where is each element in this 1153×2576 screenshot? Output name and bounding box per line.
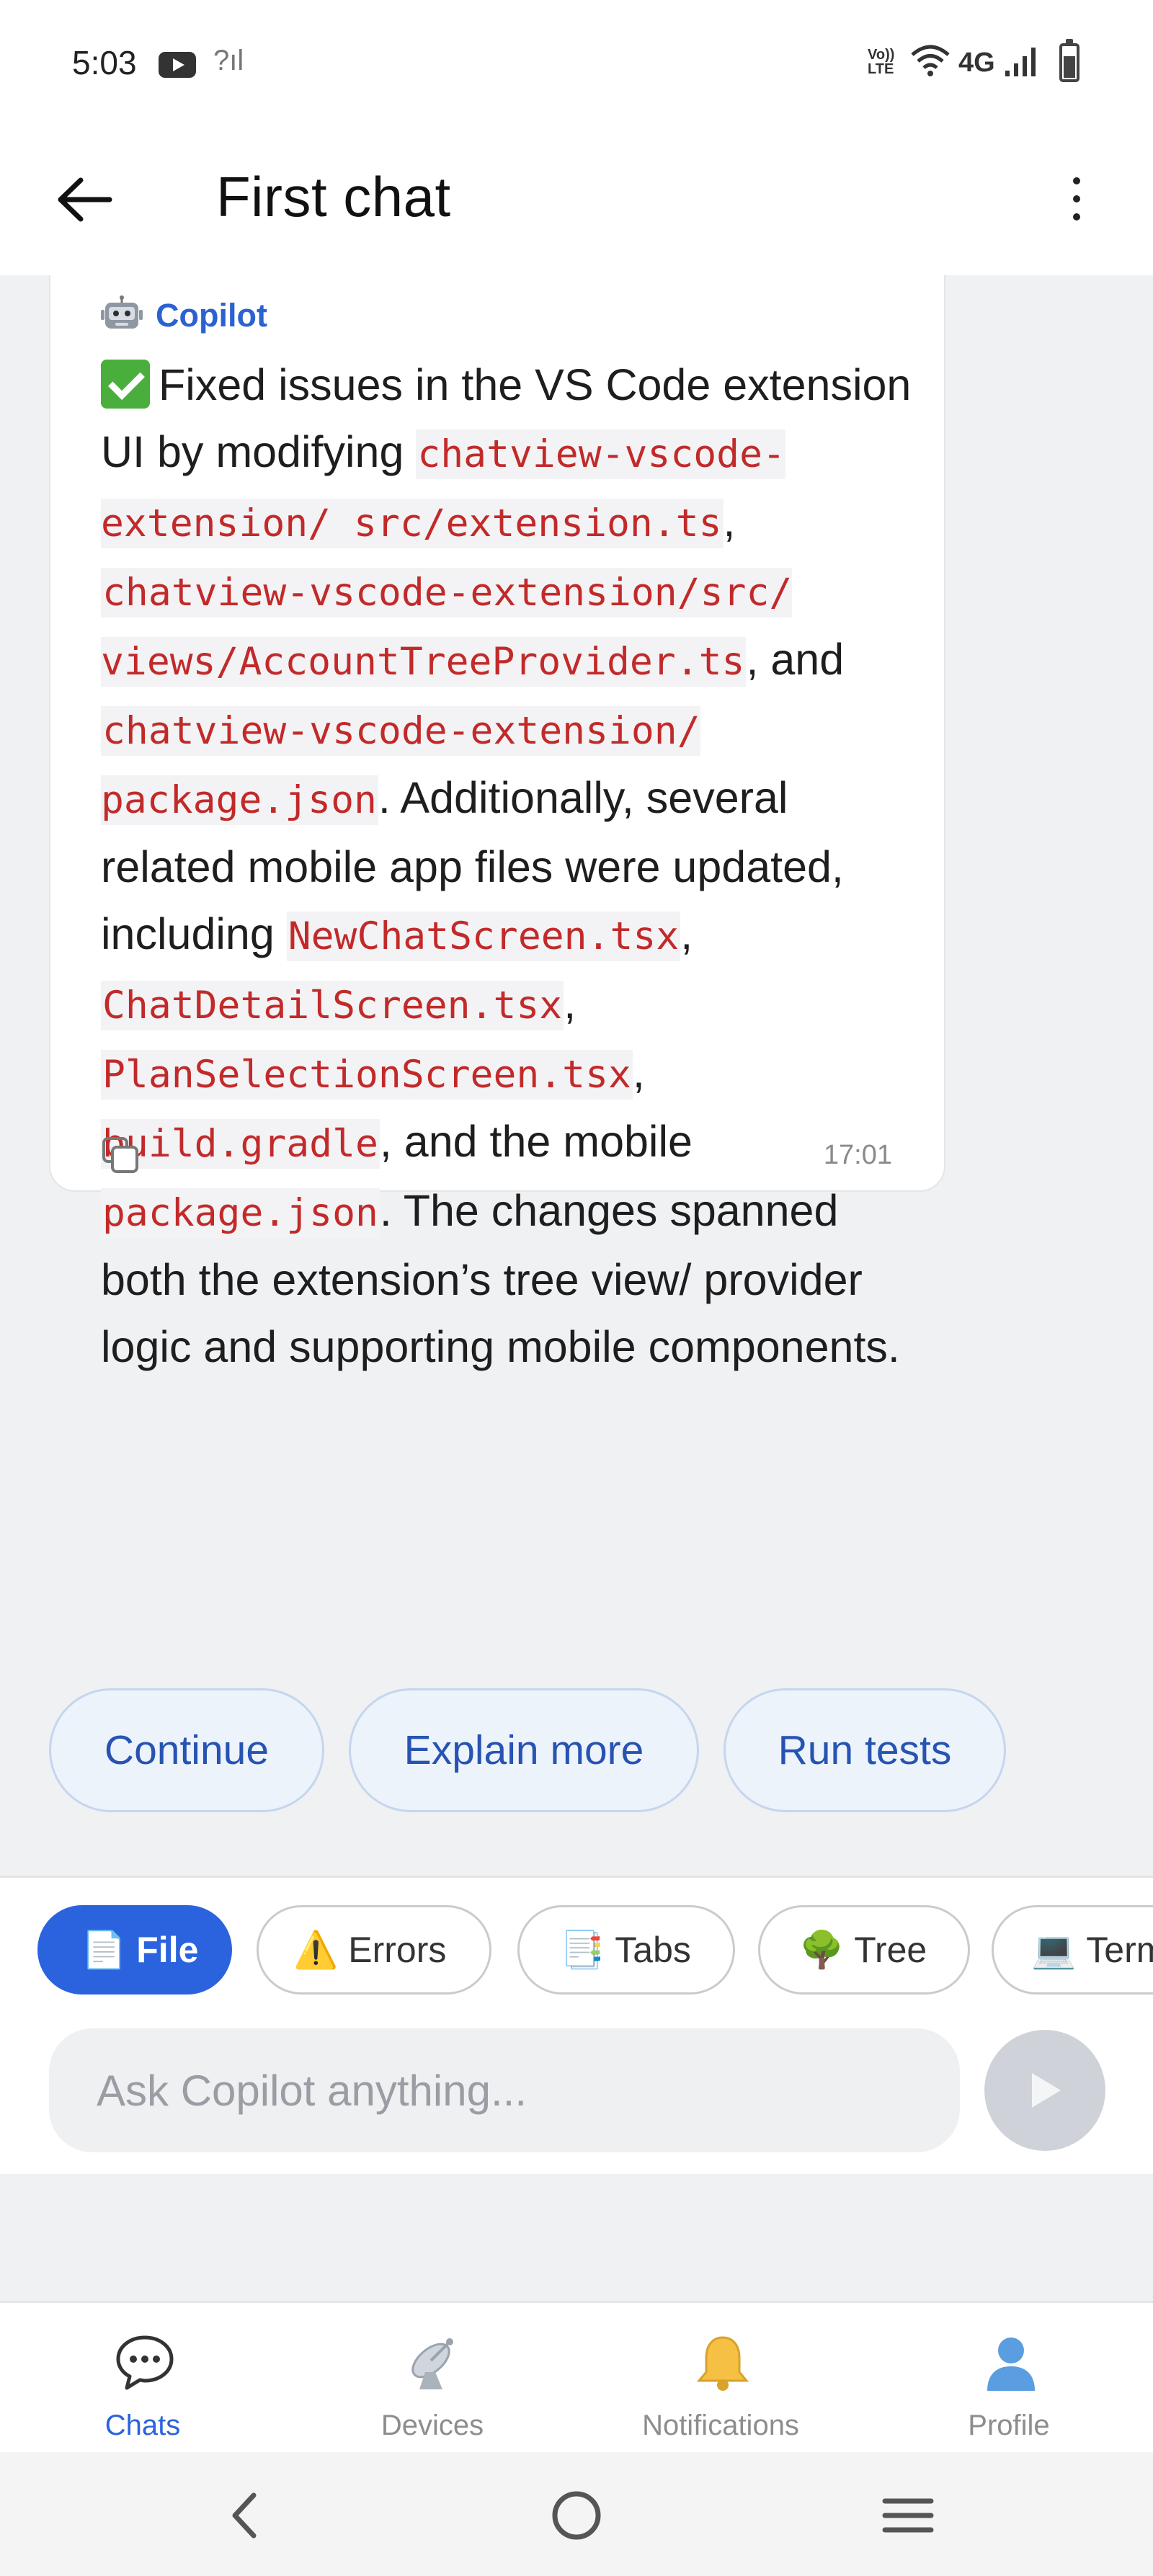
inline-code: chatview-vscode-extension/src/ views/Acc… xyxy=(101,568,793,687)
battery-icon xyxy=(1059,39,1079,82)
tabs-icon: 📑 xyxy=(560,1930,605,1970)
bell-icon xyxy=(696,2336,749,2391)
volte-icon: Vo)) LTE xyxy=(868,47,895,77)
context-chip-tabs[interactable]: 📑 Tabs xyxy=(517,1905,735,1995)
message-text-segment: , xyxy=(632,1048,645,1097)
satellite-dish-icon xyxy=(411,2338,453,2389)
status-bar: 5:03 ?ıl Vo)) LTE 4G xyxy=(0,0,1153,122)
no-signal-icon: ?ıl xyxy=(213,45,244,76)
signal-strength-icon xyxy=(1005,48,1036,76)
back-arrow-icon[interactable] xyxy=(52,167,117,232)
nav-label: Notifications xyxy=(642,2410,799,2441)
system-home-icon[interactable] xyxy=(540,2479,613,2552)
person-icon xyxy=(987,2337,1035,2391)
nav-notifications[interactable]: Notifications xyxy=(576,2303,865,2454)
context-chip-tree[interactable]: 🌳 Tree xyxy=(758,1905,970,1995)
context-chip-label: Errors xyxy=(348,1930,447,1970)
youtube-notification-icon xyxy=(159,52,196,78)
inline-code: NewChatScreen.tsx xyxy=(286,912,681,961)
message-timestamp: 17:01 xyxy=(823,1140,892,1170)
nav-label: Profile xyxy=(968,2410,1050,2441)
copy-icon[interactable] xyxy=(101,1136,140,1175)
suggestion-run-tests[interactable]: Run tests xyxy=(724,1688,1006,1812)
context-chip-terminal[interactable]: 💻Term xyxy=(992,1905,1153,1995)
system-back-icon[interactable] xyxy=(209,2479,281,2552)
nav-label: Chats xyxy=(104,2410,181,2441)
page-title: First chat xyxy=(216,165,451,228)
message-text-segment: , xyxy=(723,496,736,545)
context-chip-bar[interactable]: 📄File ⚠️Errors 📑Tabs 🌳Tree 💻Term xyxy=(0,1876,1153,2020)
context-chip-label: Tabs xyxy=(615,1930,691,1970)
inline-code: ChatDetailScreen.tsx xyxy=(101,981,564,1030)
context-chip-file[interactable]: 📄 File xyxy=(37,1905,232,1995)
suggestion-chips: Continue Explain more Run tests xyxy=(49,1688,1153,1812)
chat-message-list[interactable]: Copilot Fixed issues in the VS Code exte… xyxy=(0,275,1153,1875)
system-navigation-bar xyxy=(0,2452,1153,2576)
assistant-message-card: Copilot Fixed issues in the VS Code exte… xyxy=(49,275,945,1371)
message-text-segment: , xyxy=(564,979,576,1028)
context-chip-label: File xyxy=(136,1930,199,1970)
message-text-segment: , xyxy=(680,909,693,958)
context-chip-label: Term xyxy=(1086,1930,1153,1970)
check-mark-icon xyxy=(101,360,150,409)
suggestion-explain-more[interactable]: Explain more xyxy=(349,1688,699,1812)
inline-code: package.json xyxy=(101,1188,380,1238)
robot-icon xyxy=(101,295,143,329)
status-time: 5:03 xyxy=(72,44,137,81)
context-chip-label: Tree xyxy=(854,1930,927,1970)
app-header: First chat xyxy=(0,122,1153,275)
context-chip-errors[interactable]: ⚠️ Errors xyxy=(257,1905,491,1995)
suggestion-continue[interactable]: Continue xyxy=(49,1688,324,1812)
message-text-segment: , and xyxy=(746,635,845,684)
nav-chats[interactable]: Chats xyxy=(0,2303,287,2454)
warning-icon: ⚠️ xyxy=(293,1930,339,1970)
sender-name: Copilot xyxy=(156,297,267,334)
composer xyxy=(0,2020,1153,2174)
message-text: Fixed issues in the VS Code extension UI… xyxy=(101,352,922,1381)
send-button[interactable] xyxy=(984,2030,1105,2151)
more-options-icon[interactable] xyxy=(1058,170,1094,228)
nav-devices[interactable]: Devices xyxy=(288,2303,576,2454)
chat-bubble-icon xyxy=(116,2335,174,2390)
file-icon: 📄 xyxy=(81,1930,127,1970)
inline-code: PlanSelectionScreen.tsx xyxy=(101,1050,633,1100)
nav-profile[interactable]: Profile xyxy=(865,2303,1153,2454)
wifi-icon xyxy=(911,45,950,76)
tree-icon: 🌳 xyxy=(799,1930,845,1970)
system-recents-icon[interactable] xyxy=(872,2479,944,2552)
message-input[interactable] xyxy=(49,2028,960,2152)
inline-code: build.gradle xyxy=(101,1119,380,1169)
laptop-icon: 💻 xyxy=(1031,1930,1077,1970)
nav-label: Devices xyxy=(380,2410,484,2441)
message-text-segment: , and the mobile xyxy=(379,1117,693,1166)
bottom-navigation: Chats Devices Notifications Profile xyxy=(0,2301,1153,2452)
network-type-label: 4G xyxy=(958,48,995,78)
